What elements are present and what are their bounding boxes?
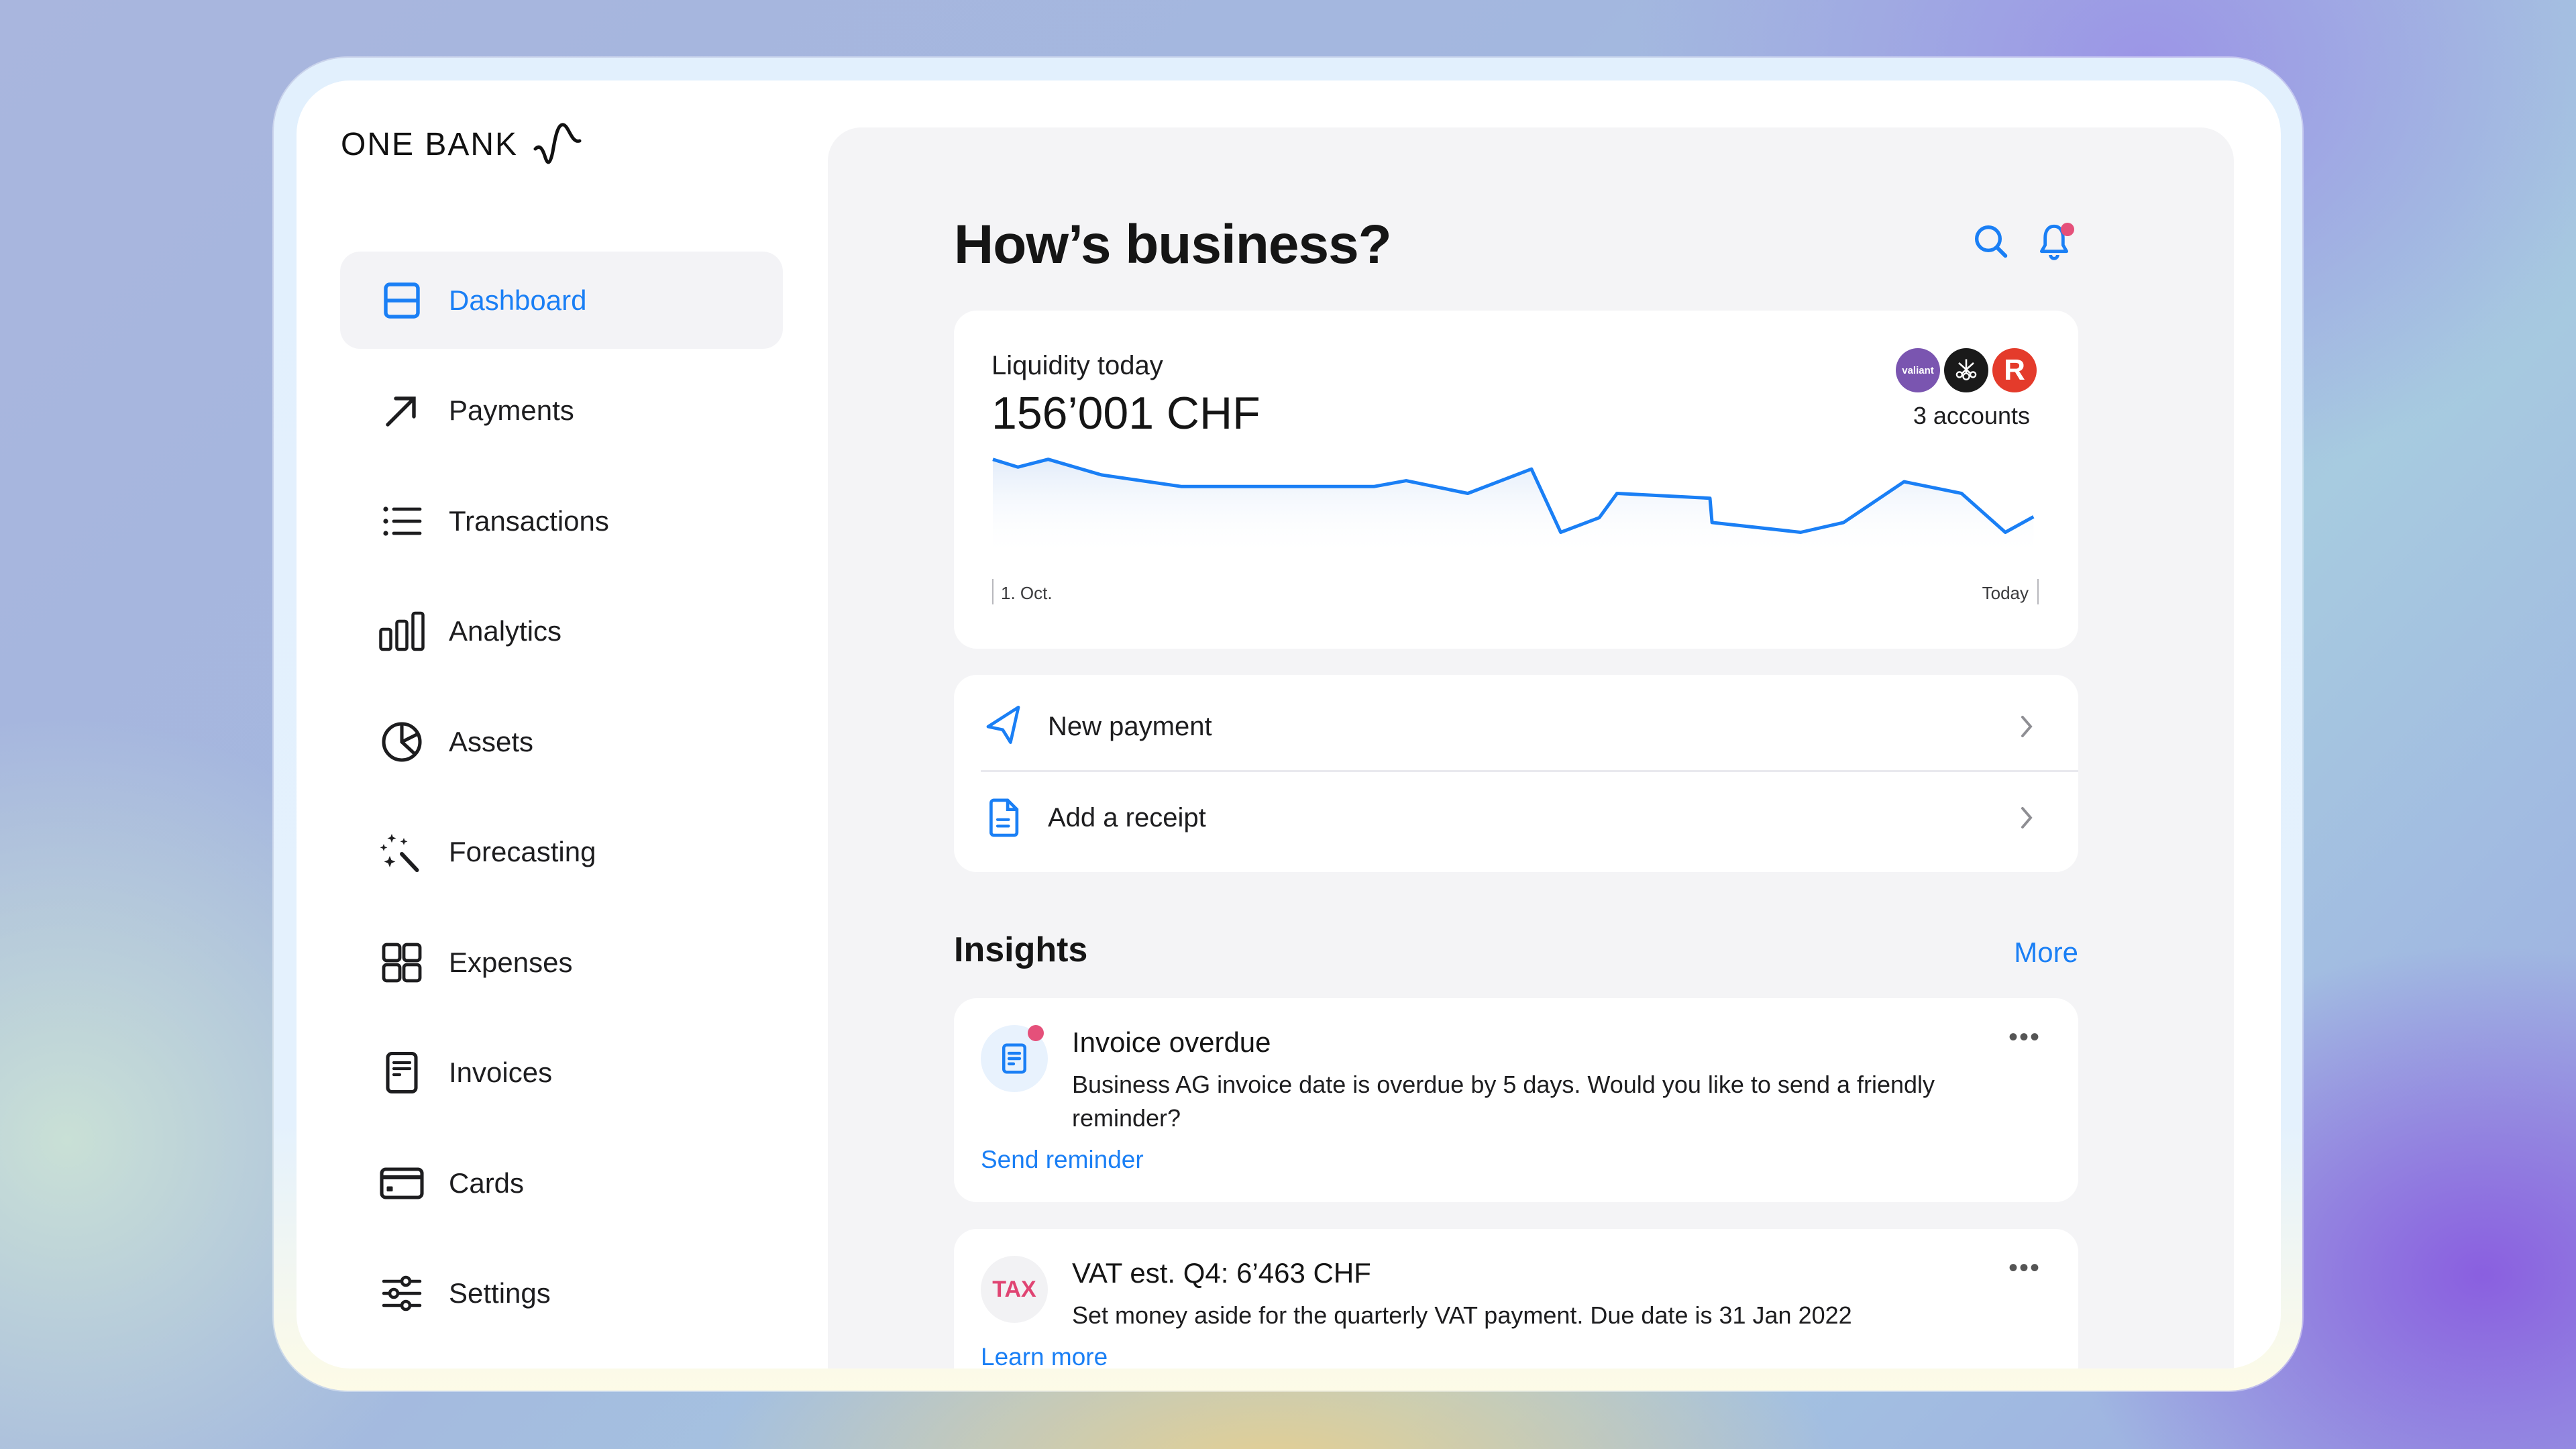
chart-area-fill <box>993 459 2034 557</box>
send-reminder-link[interactable]: Send reminder <box>981 1146 1144 1174</box>
sidebar-nav: Dashboard Payments Transactions Analytic… <box>340 252 783 1355</box>
sidebar-item-invoices[interactable]: Invoices <box>340 1024 783 1122</box>
sidebar-item-cards[interactable]: Cards <box>340 1134 783 1232</box>
sidebar-item-label: Forecasting <box>449 836 596 867</box>
insight-body: Set money aside for the quarterly VAT pa… <box>1072 1301 1852 1329</box>
insights-heading: Insights <box>954 930 1088 969</box>
list-icon <box>375 494 429 548</box>
sidebar-item-payments[interactable]: Payments <box>340 362 783 460</box>
new-payment-button[interactable]: New payment <box>954 682 2078 771</box>
notification-badge <box>2061 223 2074 236</box>
search-button[interactable] <box>1970 220 2012 263</box>
sidebar-item-settings[interactable]: Settings <box>340 1245 783 1342</box>
dashboard-icon <box>375 274 429 327</box>
quick-actions-card: New payment Add a receipt <box>954 675 2078 872</box>
brand-logo[interactable]: ONE BANK <box>341 121 584 168</box>
insight-title: VAT est. Q4: 6’463 CHF <box>1072 1257 1371 1289</box>
pie-chart-icon <box>375 715 429 769</box>
document-icon <box>375 1046 429 1099</box>
insight-card-vat: TAX VAT est. Q4: 6’463 CHF Set money asi… <box>954 1229 2078 1368</box>
header-actions <box>1970 220 2076 263</box>
x-tick-label-start: 1. Oct. <box>1001 583 1053 603</box>
accounts-count[interactable]: 3 accounts <box>1913 402 2030 430</box>
bank-logos: valiant R <box>1896 348 2037 392</box>
notifications-button[interactable] <box>2033 220 2076 263</box>
grid-icon <box>375 936 429 989</box>
arrow-up-right-icon <box>375 384 429 437</box>
page-title: How’s business? <box>954 214 1392 275</box>
divider <box>981 770 2078 772</box>
bank-logo-ubs <box>1944 348 1988 392</box>
action-label: Add a receipt <box>1048 802 1206 833</box>
credit-card-icon <box>375 1157 429 1210</box>
sliders-icon <box>375 1267 429 1320</box>
sidebar-item-label: Invoices <box>449 1057 553 1088</box>
add-receipt-button[interactable]: Add a receipt <box>954 773 2078 863</box>
sidebar-item-label: Expenses <box>449 946 573 978</box>
bar-chart-icon <box>375 604 429 658</box>
sidebar-item-label: Assets <box>449 725 534 757</box>
insight-card-invoice: Invoice overdue Business AG invoice date… <box>954 998 2078 1202</box>
insight-body: Business AG invoice date is overdue by 5… <box>1072 1071 1935 1132</box>
sidebar-item-label: Dashboard <box>449 284 587 316</box>
liquidity-label: Liquidity today <box>991 351 1163 380</box>
chevron-right-icon <box>2021 807 2033 828</box>
sidebar-item-transactions[interactable]: Transactions <box>340 472 783 570</box>
send-icon <box>981 702 1029 751</box>
wave-logo-icon <box>533 121 584 168</box>
more-options-icon[interactable]: ••• <box>2008 1254 2041 1281</box>
sidebar-item-label: Transactions <box>449 504 609 537</box>
brand-name: ONE BANK <box>341 126 519 162</box>
sidebar-item-label: Analytics <box>449 615 562 647</box>
sidebar-item-expenses[interactable]: Expenses <box>340 914 783 1011</box>
sidebar-item-dashboard[interactable]: Dashboard <box>340 252 783 349</box>
sidebar-item-label: Payments <box>449 394 574 426</box>
chevron-right-icon <box>2021 716 2033 737</box>
insight-title: Invoice overdue <box>1072 1026 1271 1058</box>
liquidity-card[interactable]: Liquidity today 156’001 CHF valiant R 3 … <box>954 311 2078 649</box>
x-tick-label-end: Today <box>1982 583 2029 603</box>
liquidity-chart-svg: 1. Oct. Today <box>992 458 2039 604</box>
magic-wand-icon <box>375 825 429 879</box>
bank-logo-raiffeisen: R <box>1992 348 2037 392</box>
insights-more-link[interactable]: More <box>2014 936 2078 969</box>
sidebar-item-assets[interactable]: Assets <box>340 693 783 790</box>
search-icon <box>1975 225 2008 258</box>
more-options-icon[interactable]: ••• <box>2008 1024 2041 1051</box>
sidebar-item-analytics[interactable]: Analytics <box>340 583 783 680</box>
sidebar-item-label: Cards <box>449 1167 525 1199</box>
liquidity-chart: 1. Oct. Today <box>989 453 2042 628</box>
sidebar-item-forecasting[interactable]: Forecasting <box>340 804 783 901</box>
main-panel: How’s business? Liquidity today 156’001 … <box>828 127 2234 1368</box>
invoice-icon <box>1002 1043 1026 1074</box>
app-window: ONE BANK Dashboard Payments Transactions <box>297 80 2281 1368</box>
bank-logo-valiant: valiant <box>1896 348 1940 392</box>
sidebar-item-label: Settings <box>449 1277 551 1309</box>
unread-dot <box>1028 1025 1044 1041</box>
receipt-icon <box>981 794 1029 842</box>
liquidity-value: 156’001 CHF <box>991 388 1260 439</box>
keys-icon <box>1955 359 1977 380</box>
learn-more-link[interactable]: Learn more <box>981 1343 1108 1368</box>
tax-badge: TAX <box>981 1256 1048 1323</box>
action-label: New payment <box>1048 711 1212 741</box>
